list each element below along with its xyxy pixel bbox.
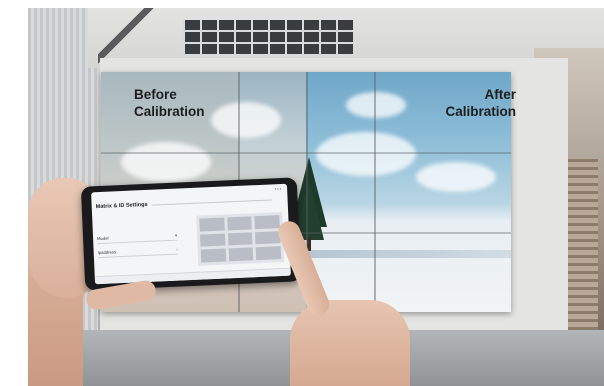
matrix-cell[interactable] [200,233,226,247]
matrix-cell[interactable] [255,230,281,245]
matrix-cell[interactable] [226,216,253,231]
cloud [121,142,211,182]
right-hand [290,300,410,386]
matrix-cell[interactable] [255,246,282,261]
cloud [316,132,416,176]
display-matrix-grid [196,212,285,266]
panel-seam [101,152,511,154]
phone-screen-title: Matrix & ID Settings [95,201,148,211]
settings-row-model[interactable]: Model ▾ [96,230,178,245]
settings-row-label: Model [97,235,109,242]
snow-horizon [306,250,511,258]
settings-row-label: Ipaddress [97,249,117,256]
settings-row-ipaddress[interactable]: Ipaddress › [97,244,178,259]
panel-seam [374,72,376,312]
phone-screen: ▪ ▪ ▪ Matrix & ID Settings Model ▾ Ipadd… [91,183,291,285]
chevron-right-icon: › [176,246,178,252]
photo-scene: Before Calibration After Calibration ▪ ▪… [0,0,604,386]
ceiling-beam [98,8,158,64]
cloud [211,102,281,138]
after-calibration-label: After Calibration [445,87,516,119]
skylight [183,20,353,56]
cloud [416,162,496,192]
matrix-cell[interactable] [199,217,225,232]
matrix-cell[interactable] [227,231,253,246]
matrix-cell[interactable] [228,247,254,262]
divider [151,199,272,206]
chevron-down-icon: ▾ [174,232,178,238]
phone-bottom-bar [94,267,291,285]
before-calibration-label: Before Calibration [134,87,205,119]
matrix-cell[interactable] [254,215,280,229]
smartphone: ▪ ▪ ▪ Matrix & ID Settings Model ▾ Ipadd… [80,177,302,291]
matrix-cell[interactable] [200,248,226,263]
cloud [346,92,406,118]
phone-status-bar: ▪ ▪ ▪ [274,186,282,192]
